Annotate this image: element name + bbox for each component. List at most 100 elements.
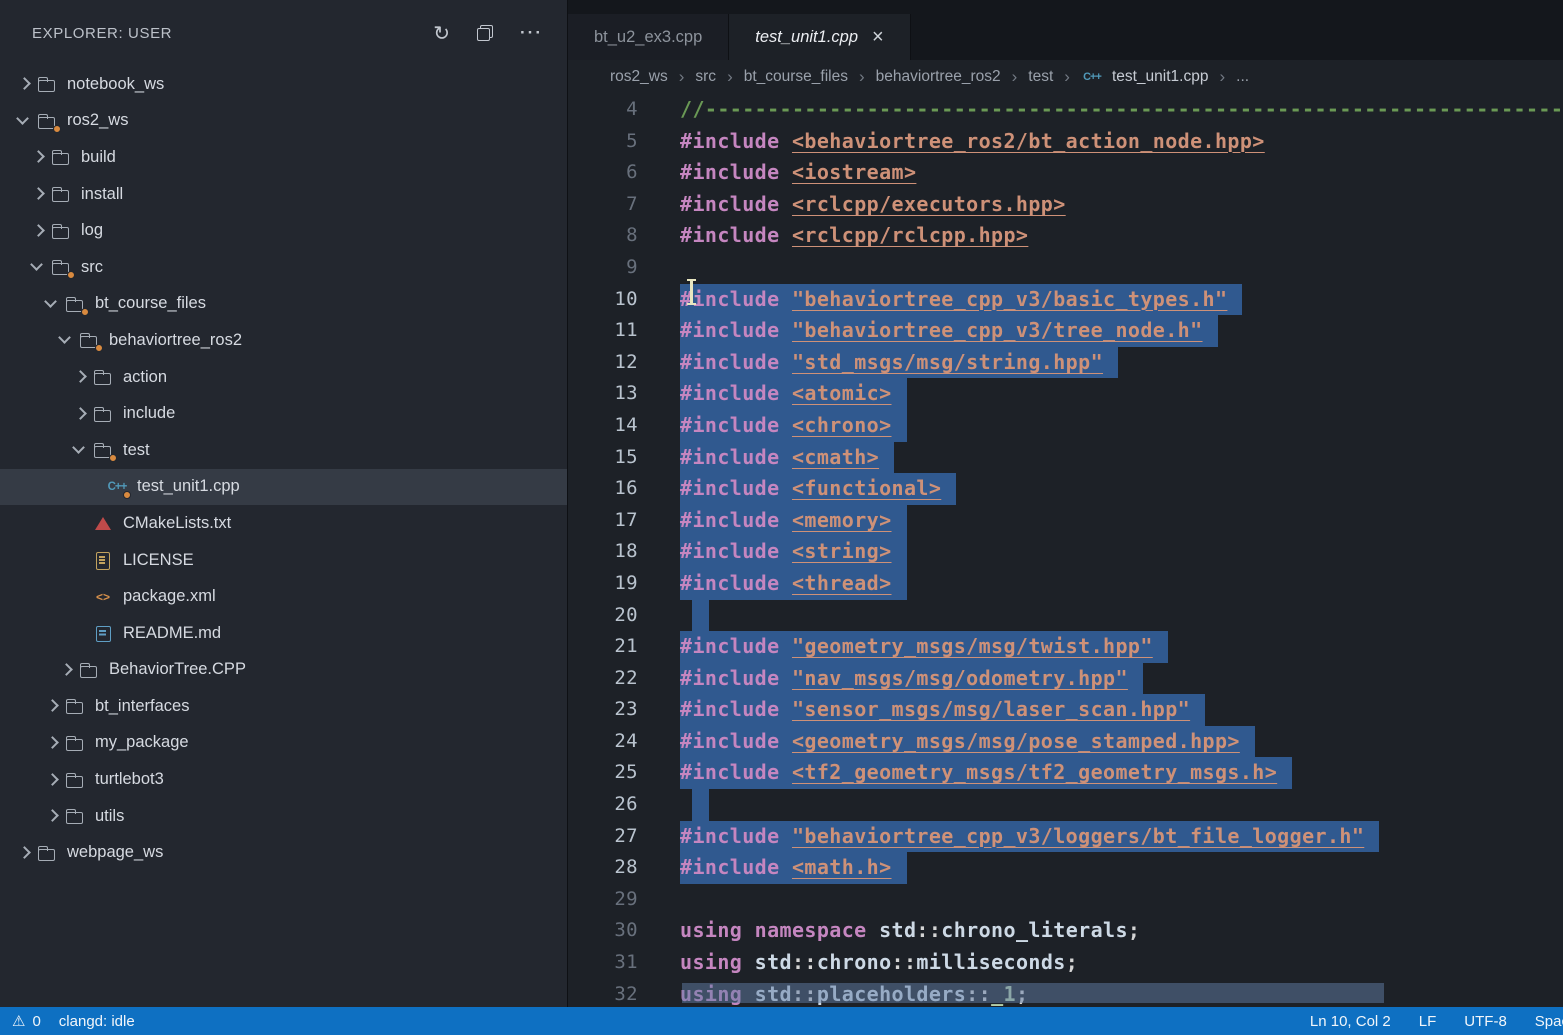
tree-item-test[interactable]: test	[0, 432, 567, 469]
refresh-icon[interactable]	[433, 21, 450, 46]
code-line-4[interactable]: 4//-------------------------------------…	[568, 94, 1563, 126]
more-actions-icon[interactable]	[520, 23, 543, 43]
code-line-6[interactable]: 6#include <iostream>	[568, 157, 1563, 189]
code-line-7[interactable]: 7#include <rclcpp/executors.hpp>	[568, 189, 1563, 221]
code-line-10[interactable]: 10#include "behaviortree_cpp_v3/basic_ty…	[568, 284, 1563, 316]
code-line-8[interactable]: 8#include <rclcpp/rclcpp.hpp>	[568, 220, 1563, 252]
tree-item-test_unit1.cpp[interactable]: C++test_unit1.cpp	[0, 469, 567, 506]
chevron-down-icon[interactable]	[26, 256, 48, 278]
breadcrumb-item-ros2_ws[interactable]: ros2_ws	[610, 68, 668, 86]
language-server-status[interactable]: clangd: idle	[59, 1013, 135, 1030]
tree-item-LICENSE[interactable]: LICENSE	[0, 542, 567, 579]
modified-dot	[67, 271, 75, 279]
close-icon[interactable]	[872, 26, 884, 49]
tab-test_unit1.cpp[interactable]: test_unit1.cpp	[729, 14, 910, 60]
code-line-11[interactable]: 11#include "behaviortree_cpp_v3/tree_nod…	[568, 315, 1563, 347]
code-line-22[interactable]: 22#include "nav_msgs/msg/odometry.hpp"	[568, 663, 1563, 695]
code-line-26[interactable]: 26	[568, 789, 1563, 821]
code-line-27[interactable]: 27#include "behaviortree_cpp_v3/loggers/…	[568, 821, 1563, 853]
chevron-down-icon[interactable]	[68, 439, 90, 461]
chevron-right-icon[interactable]	[26, 220, 48, 242]
tree-item-ros2_ws[interactable]: ros2_ws	[0, 103, 567, 140]
chevron-right-icon[interactable]	[68, 366, 90, 388]
code-line-9[interactable]: 9	[568, 252, 1563, 284]
chevron-right-icon[interactable]	[40, 732, 62, 754]
code-line-12[interactable]: 12#include "std_msgs/msg/string.hpp"	[568, 347, 1563, 379]
breadcrumb-item-behaviortree_ros2[interactable]: behaviortree_ros2	[876, 68, 1001, 86]
tree-item-bt_interfaces[interactable]: bt_interfaces	[0, 688, 567, 725]
code-line-25[interactable]: 25#include <tf2_geometry_msgs/tf2_geomet…	[568, 757, 1563, 789]
collapse-folders-icon[interactable]	[476, 24, 494, 42]
code-line-24[interactable]: 24#include <geometry_msgs/msg/pose_stamp…	[568, 726, 1563, 758]
chevron-right-icon[interactable]	[68, 403, 90, 425]
folder-icon	[78, 330, 100, 350]
tree-item-install[interactable]: install	[0, 176, 567, 213]
chevron-right-icon[interactable]	[26, 146, 48, 168]
code-line-28[interactable]: 28#include <math.h>	[568, 852, 1563, 884]
chevron-right-icon[interactable]	[40, 769, 62, 791]
code-line-20[interactable]: 20	[568, 600, 1563, 632]
breadcrumb-item-test[interactable]: test	[1028, 68, 1053, 86]
code-line-14[interactable]: 14#include <chrono>	[568, 410, 1563, 442]
indentation-indicator[interactable]: Spac	[1535, 1013, 1563, 1030]
breadcrumb-item-src[interactable]: src	[695, 68, 716, 86]
chevron-right-icon[interactable]	[12, 842, 34, 864]
selection-highlight: #include <geometry_msgs/msg/pose_stamped…	[680, 726, 1255, 758]
code-line-16[interactable]: 16#include <functional>	[568, 473, 1563, 505]
code-text: #include "geometry_msgs/msg/twist.hpp"	[638, 631, 1168, 663]
code-line-5[interactable]: 5#include <behaviortree_ros2/bt_action_n…	[568, 126, 1563, 158]
code-token: "behaviortree_cpp_v3/tree_node.h"	[792, 318, 1203, 342]
tree-item-behaviortree_ros2[interactable]: behaviortree_ros2	[0, 322, 567, 359]
line-number: 8	[568, 220, 638, 252]
chevron-down-icon[interactable]	[54, 329, 76, 351]
code-line-19[interactable]: 19#include <thread>	[568, 568, 1563, 600]
tree-item-src[interactable]: src	[0, 249, 567, 286]
breadcrumb-file[interactable]: test_unit1.cpp	[1112, 68, 1209, 86]
code-line-18[interactable]: 18#include <string>	[568, 536, 1563, 568]
tree-item-BehaviorTree.CPP[interactable]: BehaviorTree.CPP	[0, 652, 567, 689]
code-token: <tf2_geometry_msgs/tf2_geometry_msgs.h>	[792, 760, 1277, 784]
code-line-13[interactable]: 13#include <atomic>	[568, 378, 1563, 410]
code-line-29[interactable]: 29	[568, 884, 1563, 916]
tree-item-turtlebot3[interactable]: turtlebot3	[0, 761, 567, 798]
chevron-right-icon[interactable]	[40, 695, 62, 717]
tree-item-bt_course_files[interactable]: bt_course_files	[0, 286, 567, 323]
tree-item-include[interactable]: include	[0, 395, 567, 432]
chevron-right-icon[interactable]	[54, 659, 76, 681]
tab-bt_u2_ex3.cpp[interactable]: bt_u2_ex3.cpp	[568, 14, 729, 60]
chevron-right-icon[interactable]	[26, 183, 48, 205]
tree-item-log[interactable]: log	[0, 212, 567, 249]
breadcrumb-item-bt_course_files[interactable]: bt_course_files	[744, 68, 848, 86]
tree-item-package.xml[interactable]: <>package.xml	[0, 578, 567, 615]
warning-count[interactable]: 0	[32, 1013, 40, 1030]
tree-item-webpage_ws[interactable]: webpage_ws	[0, 834, 567, 871]
file-tree: notebook_ws ros2_wsbuildinstalllogsrcbt_c…	[0, 66, 567, 1007]
code-line-23[interactable]: 23#include "sensor_msgs/msg/laser_scan.h…	[568, 694, 1563, 726]
horizontal-scrollbar[interactable]	[682, 983, 1384, 1003]
breadcrumb-overflow[interactable]: ...	[1236, 68, 1249, 86]
tree-item-utils[interactable]: utils	[0, 798, 567, 835]
tree-item-build[interactable]: build	[0, 139, 567, 176]
chevron-right-icon[interactable]	[40, 805, 62, 827]
warning-icon[interactable]: ⚠	[12, 1012, 25, 1030]
code-editor[interactable]: 4//-------------------------------------…	[568, 94, 1563, 1007]
eol-indicator[interactable]: LF	[1419, 1013, 1437, 1030]
code-line-21[interactable]: 21#include "geometry_msgs/msg/twist.hpp"	[568, 631, 1563, 663]
code-line-17[interactable]: 17#include <memory>	[568, 505, 1563, 537]
tree-item-CMakeLists.txt[interactable]: CMakeLists.txt	[0, 505, 567, 542]
tree-item-notebook_ws[interactable]: notebook_ws	[0, 66, 567, 103]
cpp-file-icon: C++	[106, 477, 128, 497]
chevron-right-icon[interactable]	[12, 73, 34, 95]
chevron-down-icon[interactable]	[40, 293, 62, 315]
tree-item-label: notebook_ws	[67, 75, 164, 94]
code-line-15[interactable]: 15#include <cmath>	[568, 442, 1563, 474]
cursor-position[interactable]: Ln 10, Col 2	[1310, 1013, 1391, 1030]
code-token: chrono_literals	[941, 918, 1128, 942]
tree-item-action[interactable]: action	[0, 359, 567, 396]
code-line-30[interactable]: 30using namespace std::chrono_literals;	[568, 915, 1563, 947]
chevron-down-icon[interactable]	[12, 110, 34, 132]
tree-item-my_package[interactable]: my_package	[0, 725, 567, 762]
tree-item-README.md[interactable]: README.md	[0, 615, 567, 652]
encoding-indicator[interactable]: UTF-8	[1464, 1013, 1507, 1030]
code-line-31[interactable]: 31using std::chrono::milliseconds;	[568, 947, 1563, 979]
